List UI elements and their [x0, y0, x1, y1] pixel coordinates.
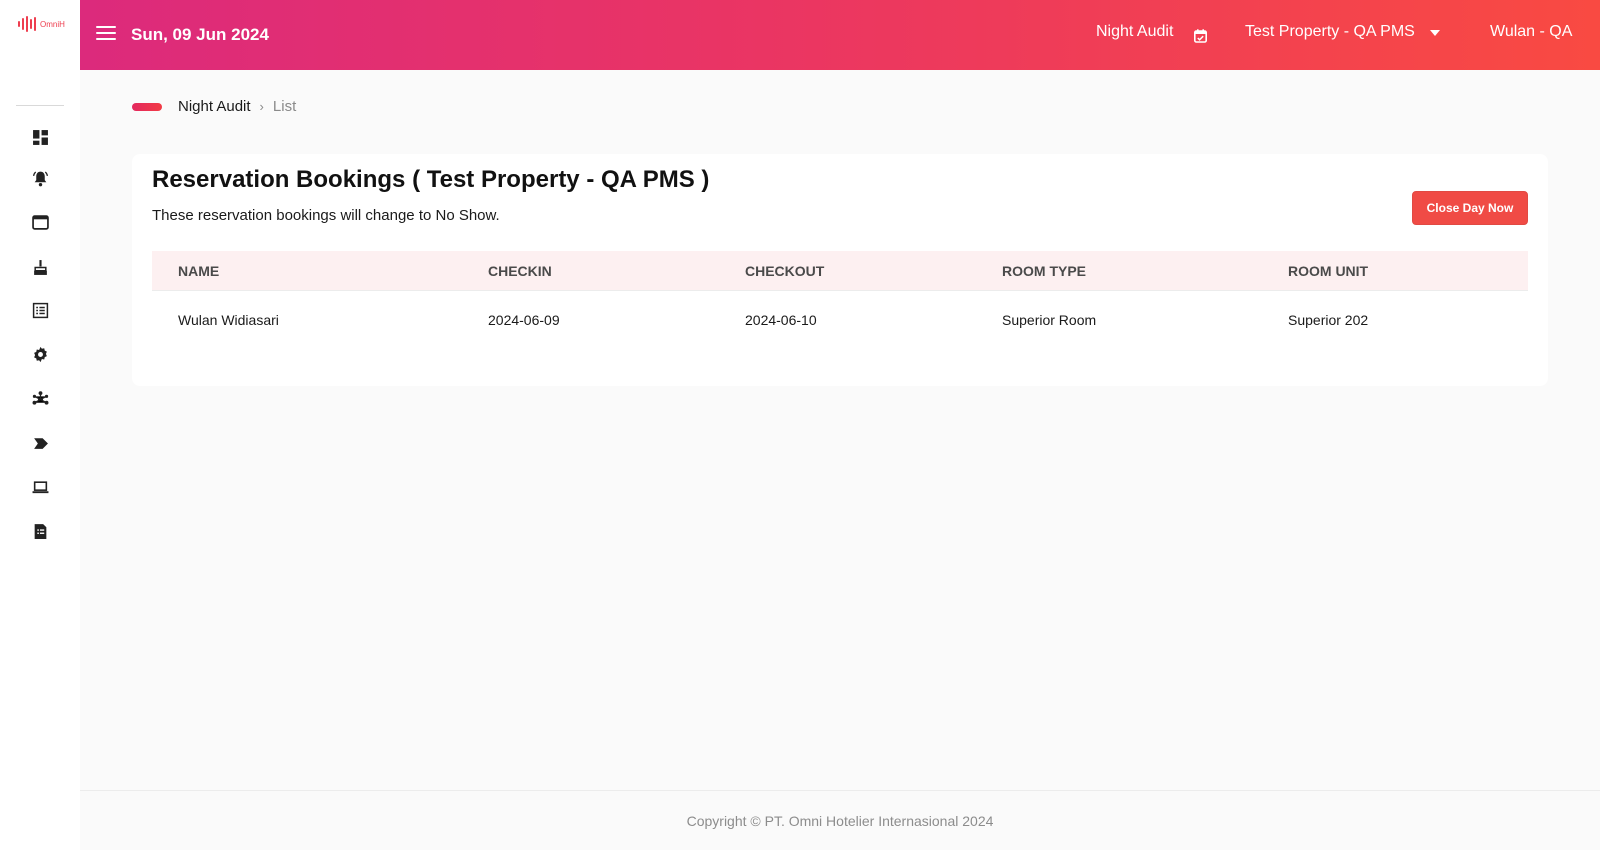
page-subtitle: These reservation bookings will change t… — [152, 207, 500, 224]
network-icon[interactable] — [32, 391, 49, 408]
report-icon[interactable] — [32, 523, 49, 540]
hamburger-menu-icon[interactable] — [96, 26, 116, 42]
column-header-room-type[interactable]: ROOM TYPE — [1002, 263, 1086, 279]
business-date: Sun, 09 Jun 2024 — [131, 25, 269, 44]
settings-icon[interactable] — [32, 346, 49, 363]
night-audit-link[interactable]: Night Audit — [1096, 23, 1173, 41]
cell-checkin: 2024-06-09 — [488, 312, 560, 328]
housekeeping-icon[interactable] — [32, 259, 49, 276]
cell-name: Wulan Widiasari — [178, 312, 279, 328]
cell-room-type: Superior Room — [1002, 312, 1097, 328]
chevron-right-icon: › — [259, 99, 264, 114]
calendar-check-icon[interactable] — [1194, 28, 1207, 43]
sidebar: OmniH — [0, 0, 80, 850]
column-header-room-unit[interactable]: ROOM UNIT — [1288, 263, 1368, 279]
caret-down-icon[interactable] — [1430, 30, 1440, 36]
page-title: Reservation Bookings ( Test Property - Q… — [152, 166, 710, 193]
dashboard-icon[interactable] — [32, 129, 49, 146]
column-header-checkin[interactable]: CHECKIN — [488, 263, 552, 279]
laptop-icon[interactable] — [32, 479, 49, 496]
breadcrumb-night-audit[interactable]: Night Audit — [178, 98, 251, 115]
property-selector[interactable]: Test Property - QA PMS — [1245, 23, 1415, 41]
sidebar-divider — [16, 105, 64, 106]
close-day-now-button[interactable]: Close Day Now — [1412, 191, 1528, 225]
cell-room-unit: Superior 202 — [1288, 312, 1369, 328]
table-header: NAME CHECKIN CHECKOUT ROOM TYPE ROOM UNI… — [152, 251, 1528, 291]
breadcrumb: Night Audit › List — [132, 98, 296, 115]
column-header-name[interactable]: NAME — [178, 263, 219, 279]
list-icon[interactable] — [32, 302, 49, 319]
top-header: Sun, 09 Jun 2024 Night Audit Test Proper… — [80, 0, 1600, 70]
column-header-checkout[interactable]: CHECKOUT — [745, 263, 824, 279]
logo-text: OmniH — [40, 19, 65, 29]
brand-logo[interactable]: OmniH — [18, 16, 65, 32]
tag-arrow-icon[interactable] — [32, 435, 49, 452]
breadcrumb-pill-icon — [132, 102, 162, 111]
browser-window-icon[interactable] — [32, 214, 49, 231]
cell-checkout: 2024-06-10 — [745, 312, 817, 328]
footer: Copyright © PT. Omni Hotelier Internasio… — [80, 790, 1600, 850]
copyright-text: Copyright © PT. Omni Hotelier Internasio… — [686, 813, 994, 829]
breadcrumb-list: List — [272, 98, 297, 115]
logo-mark-icon — [18, 16, 36, 32]
user-menu[interactable]: Wulan - QA — [1490, 23, 1572, 41]
table-row[interactable]: Wulan Widiasari 2024-06-09 2024-06-10 Su… — [152, 291, 1528, 351]
bell-alert-icon[interactable] — [32, 170, 49, 187]
reservation-table: NAME CHECKIN CHECKOUT ROOM TYPE ROOM UNI… — [152, 251, 1528, 351]
reservation-card: Reservation Bookings ( Test Property - Q… — [132, 154, 1548, 386]
